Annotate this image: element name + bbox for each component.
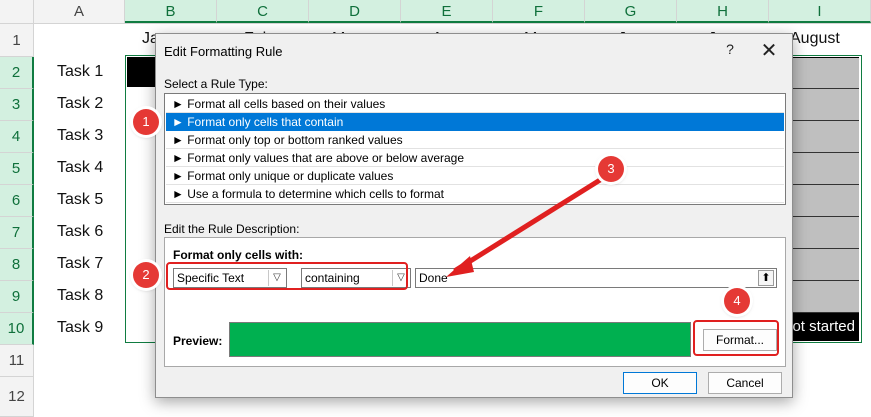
annotation-badge-2: 2 bbox=[133, 262, 159, 288]
annotation-badge-4: 4 bbox=[724, 288, 750, 314]
screenshot-stage: ABCDEFGHI 123456789101112 JaFebMaApMaJuJ… bbox=[0, 0, 871, 417]
annotation-arrow bbox=[446, 177, 603, 277]
annotation-badge-1: 1 bbox=[133, 109, 159, 135]
annotation-badge-3: 3 bbox=[598, 156, 624, 182]
